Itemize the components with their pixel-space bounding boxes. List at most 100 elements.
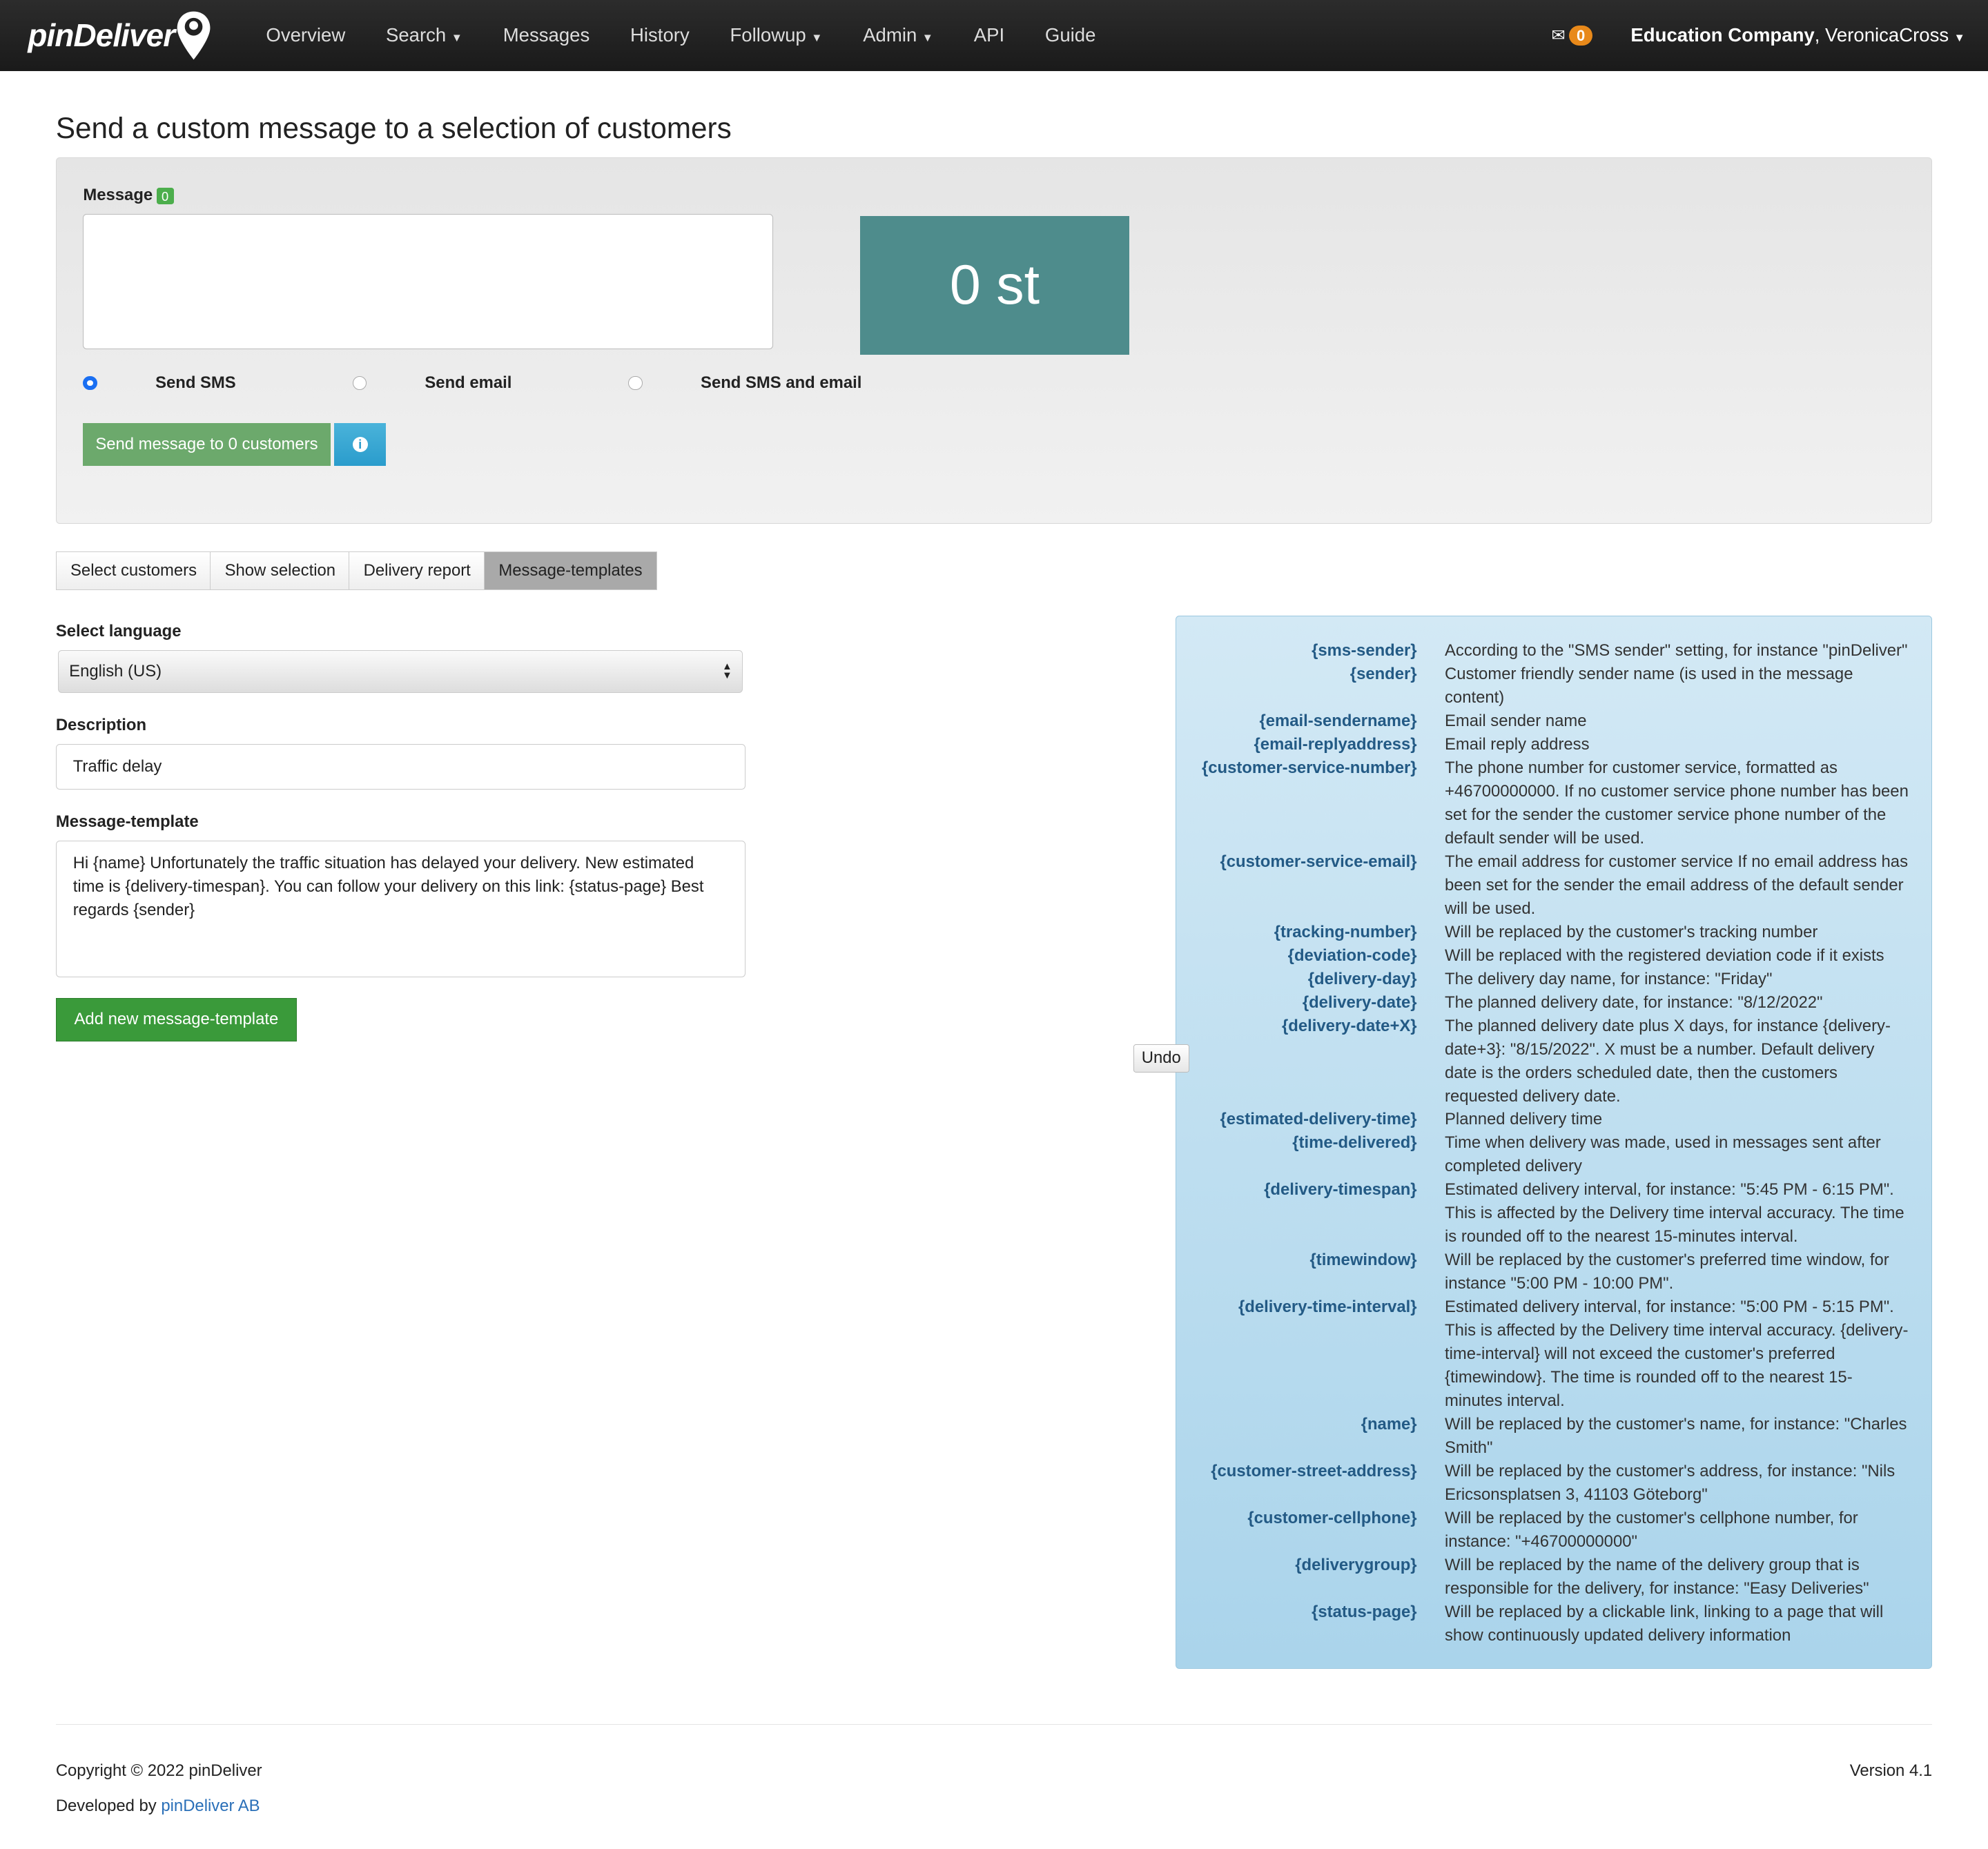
placeholder-description: Estimated delivery interval, for instanc… — [1445, 1180, 1904, 1246]
tab-select-customers[interactable]: Select customers — [55, 551, 212, 591]
radio-label: Send email — [425, 373, 512, 393]
placeholder-key: {time-delivered} — [1292, 1133, 1417, 1153]
template-textarea[interactable]: Hi {name} Unfortunately the traffic situ… — [55, 841, 746, 978]
tab-bar: Select customers Show selection Delivery r… — [55, 551, 1932, 591]
message-label: Message — [83, 186, 153, 205]
placeholder-key: {customer-cellphone} — [1247, 1509, 1417, 1528]
placeholder-description: Will be replaced by the name of the deli… — [1445, 1556, 1869, 1598]
placeholder-key: {delivery-date} — [1302, 992, 1417, 1012]
placeholder-description: The planned delivery date plus X days, f… — [1445, 1016, 1891, 1106]
nav-item-messages[interactable]: Messages — [503, 24, 590, 46]
mail-count-badge: 0 — [1569, 26, 1593, 46]
radio-button[interactable] — [352, 376, 367, 391]
page-title: Send a custom message to a selection of … — [55, 111, 732, 144]
placeholder-description: Will be replaced by a clickable link, li… — [1445, 1603, 1884, 1645]
placeholder-description: Email reply address — [1445, 734, 1590, 754]
placeholder-row: {sender} Customer friendly sender name (i… — [1176, 663, 1909, 710]
message-count-display: 0 st — [860, 216, 1129, 355]
placeholder-row: {status-page} Will be replaced by a click… — [1176, 1601, 1909, 1647]
user-name: , VeronicaCross — [1814, 24, 1949, 46]
placeholder-key: {delivery-day} — [1307, 969, 1417, 988]
language-label: Select language — [55, 621, 182, 640]
nav-item-overview[interactable]: Overview — [266, 24, 345, 46]
nav-menu: Overview Search ▼ Messages History Followup ▼ A… — [246, 24, 1116, 46]
placeholder-description: Customer friendly sender name (is used i… — [1445, 664, 1853, 707]
company-name: Education Company — [1630, 24, 1815, 46]
placeholder-row: {customer-service-number} The phone numbe… — [1176, 756, 1909, 850]
developer-link[interactable]: pinDeliver AB — [161, 1797, 260, 1815]
nav-item-history[interactable]: History — [630, 24, 690, 46]
nav-item-label: Admin — [863, 24, 917, 46]
radio-option[interactable]: Send SMS — [83, 373, 294, 393]
placeholder-key: {deliverygroup} — [1295, 1556, 1417, 1575]
nav-item-admin[interactable]: Admin ▼ — [863, 24, 933, 46]
placeholder-description: Will be replaced by the customer's cellp… — [1445, 1509, 1858, 1552]
placeholder-description: The planned delivery date, for instance:… — [1445, 992, 1823, 1012]
map-pin-icon — [177, 11, 211, 60]
placeholder-key: {delivery-date+X} — [1281, 1016, 1417, 1035]
account-menu[interactable]: Education Company, VeronicaCross ▼ — [1630, 24, 1965, 46]
nav-item-search[interactable]: Search ▼ — [386, 24, 462, 46]
caret-down-icon: ▼ — [1953, 31, 1965, 45]
description-input[interactable]: Traffic delay — [55, 744, 746, 790]
info-button[interactable]: i — [334, 422, 387, 467]
placeholder-row: {estimated-delivery-time} Planned deliver… — [1176, 1108, 1909, 1131]
placeholder-description: Estimated delivery interval, for instanc… — [1445, 1298, 1909, 1411]
nav-item-guide[interactable]: Guide — [1045, 24, 1096, 46]
messages-indicator[interactable]: ✉ 0 — [1552, 26, 1593, 46]
caret-down-icon: ▼ — [451, 31, 462, 45]
info-icon: i — [352, 437, 368, 453]
add-template-button[interactable]: Add new message-template — [55, 997, 297, 1041]
placeholder-row: {delivery-day} The delivery day name, for… — [1176, 968, 1909, 991]
placeholder-description: Planned delivery time — [1445, 1110, 1603, 1129]
copyright: Copyright © 2022 pinDeliver — [55, 1761, 262, 1780]
placeholder-description: The email address for customer service I… — [1445, 852, 1908, 918]
footer: Copyright © 2022 pinDeliver Developed by … — [55, 1724, 1933, 1849]
template-form: Select language English (US) ▲ ▼ Descripti… — [55, 603, 1189, 1668]
radio-label: Send SMS and email — [701, 373, 862, 393]
placeholder-key: {email-replyaddress} — [1254, 734, 1417, 754]
nav-item-label: Overview — [266, 24, 346, 46]
placeholder-key: {tracking-number} — [1274, 922, 1417, 941]
send-message-button[interactable]: Send message to 0 customers — [83, 422, 331, 467]
tab-show-selection[interactable]: Show selection — [210, 551, 351, 591]
placeholder-key: {customer-service-email} — [1220, 852, 1417, 871]
description-label: Description — [55, 716, 147, 735]
nav-item-api[interactable]: API — [974, 24, 1004, 46]
radio-option[interactable]: Send SMS and email — [628, 373, 920, 393]
placeholder-row: {delivery-date+X} The planned delivery da… — [1176, 1015, 1909, 1108]
version: Version 4.1 — [1849, 1761, 1933, 1780]
nav-item-label: API — [973, 24, 1005, 46]
caret-down-icon: ▼ — [922, 31, 933, 45]
radio-button[interactable] — [83, 376, 97, 391]
char-count-badge: 0 — [156, 187, 174, 205]
placeholder-key: {customer-street-address} — [1211, 1462, 1417, 1481]
placeholder-key: {deviation-code} — [1287, 946, 1417, 965]
placeholder-description: Email sender name — [1445, 711, 1587, 730]
placeholder-row: {delivery-timespan} Estimated delivery in… — [1176, 1178, 1909, 1249]
placeholder-key: {status-page} — [1312, 1603, 1417, 1622]
placeholder-row: {email-replyaddress} Email reply address — [1176, 733, 1909, 756]
developed-by: Developed by — [55, 1797, 162, 1816]
undo-button[interactable]: Undo — [1133, 1044, 1189, 1073]
placeholder-description: Will be replaced by the customer's track… — [1445, 922, 1818, 941]
brand-name: pinDeliver — [28, 17, 175, 54]
placeholder-key: {timewindow} — [1309, 1251, 1417, 1270]
placeholder-description: Will be replaced by the customer's name,… — [1445, 1415, 1907, 1458]
placeholder-description: According to the "SMS sender" setting, f… — [1445, 640, 1908, 660]
placeholder-key: {name} — [1361, 1415, 1417, 1434]
tab-delivery-report[interactable]: Delivery report — [349, 551, 485, 591]
language-select[interactable]: English (US) ▲ ▼ — [58, 649, 743, 694]
tab-message-templates[interactable]: Message-templates — [484, 551, 657, 591]
placeholder-key: {delivery-time-interval} — [1238, 1298, 1417, 1317]
message-textarea[interactable] — [83, 213, 773, 350]
radio-option[interactable]: Send email — [352, 373, 570, 393]
radio-button[interactable] — [628, 376, 643, 391]
nav-item-followup[interactable]: Followup ▼ — [730, 24, 822, 46]
placeholder-description: The delivery day name, for instance: "Fr… — [1445, 969, 1773, 988]
placeholder-key: {customer-service-number} — [1201, 758, 1417, 777]
placeholder-row: {sms-sender} According to the "SMS sender… — [1176, 639, 1909, 663]
nav-item-label: Guide — [1044, 24, 1096, 46]
message-composer: Message 0 0 st Send SMS Send email Send SMS… — [55, 157, 1933, 524]
logo[interactable]: pinDeliver — [28, 9, 213, 62]
